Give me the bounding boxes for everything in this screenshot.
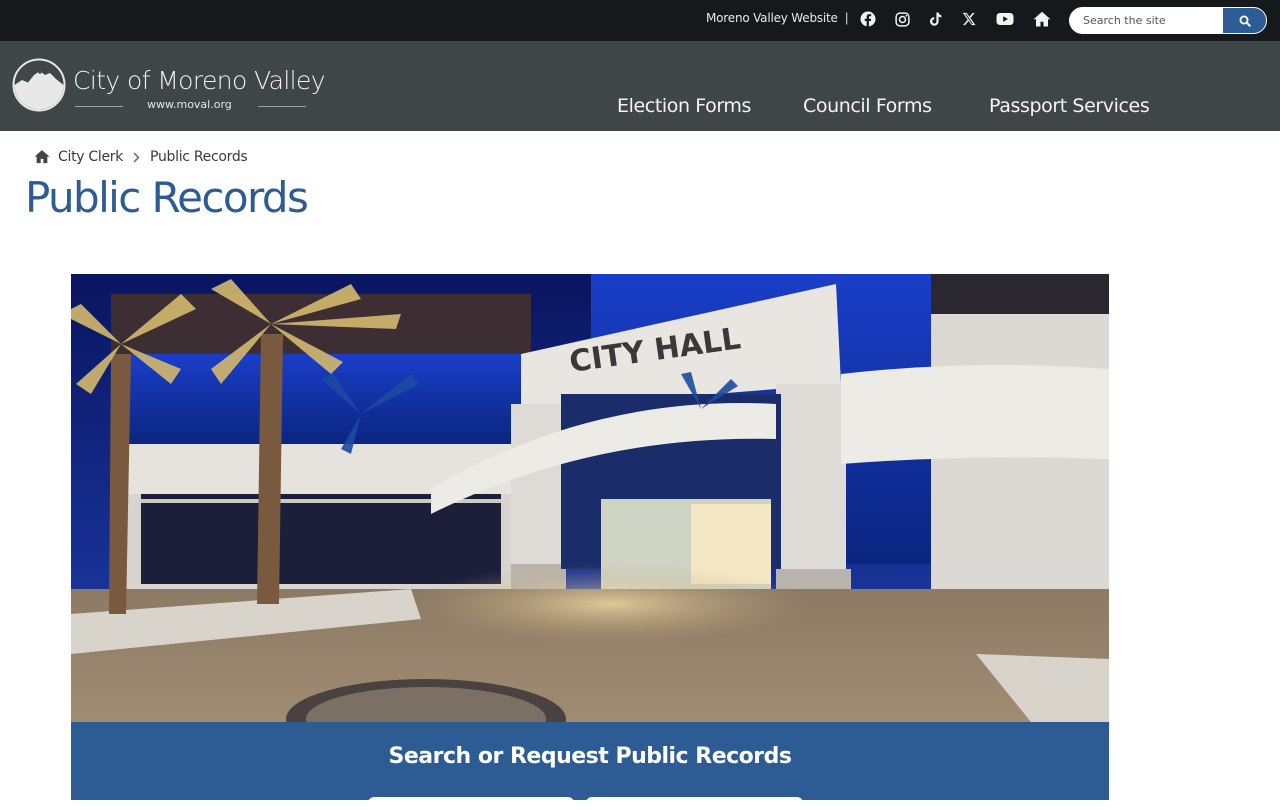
x-icon[interactable] xyxy=(960,10,978,28)
banner-title: Search or Request Public Records xyxy=(388,744,792,769)
youtube-icon[interactable] xyxy=(996,10,1014,28)
separator: | xyxy=(845,10,849,25)
public-records-banner: Search or Request Public Records xyxy=(71,722,1109,809)
nav-council-forms[interactable]: Council Forms xyxy=(803,95,932,117)
breadcrumb-current: Public Records xyxy=(150,149,248,165)
facebook-icon[interactable] xyxy=(859,10,877,28)
nav-election-forms[interactable]: Election Forms xyxy=(617,95,751,117)
site-header: City of Moreno Valley www.moval.org Elec… xyxy=(0,41,1280,131)
request-records-button[interactable] xyxy=(586,797,803,809)
chevron-right-icon xyxy=(133,151,140,163)
page-title: Public Records xyxy=(25,173,309,222)
nav-passport-services[interactable]: Passport Services xyxy=(989,95,1150,117)
home-icon[interactable] xyxy=(1033,10,1051,28)
moreno-valley-website-link[interactable]: Moreno Valley Website xyxy=(706,11,838,25)
home-icon[interactable] xyxy=(34,149,50,165)
site-search xyxy=(1069,7,1267,34)
city-logo[interactable]: City of Moreno Valley www.moval.org xyxy=(12,57,326,115)
logo-divider-right xyxy=(258,106,306,107)
city-hall-photo: CITY HALL xyxy=(71,274,1109,722)
breadcrumb-city-clerk[interactable]: City Clerk xyxy=(58,149,123,165)
search-button[interactable] xyxy=(1222,7,1267,34)
search-input[interactable] xyxy=(1069,7,1229,34)
utility-bar: Moreno Valley Website | xyxy=(0,0,1280,41)
brand-name: City of Moreno Valley xyxy=(73,66,326,95)
city-seal-icon xyxy=(12,58,66,112)
search-icon xyxy=(1239,15,1251,27)
breadcrumb: City Clerk Public Records xyxy=(34,147,248,167)
logo-divider-left xyxy=(75,106,123,107)
search-records-button[interactable] xyxy=(368,797,574,809)
tiktok-icon[interactable] xyxy=(926,10,944,28)
instagram-icon[interactable] xyxy=(893,10,911,28)
brand-url: www.moval.org xyxy=(147,98,232,111)
